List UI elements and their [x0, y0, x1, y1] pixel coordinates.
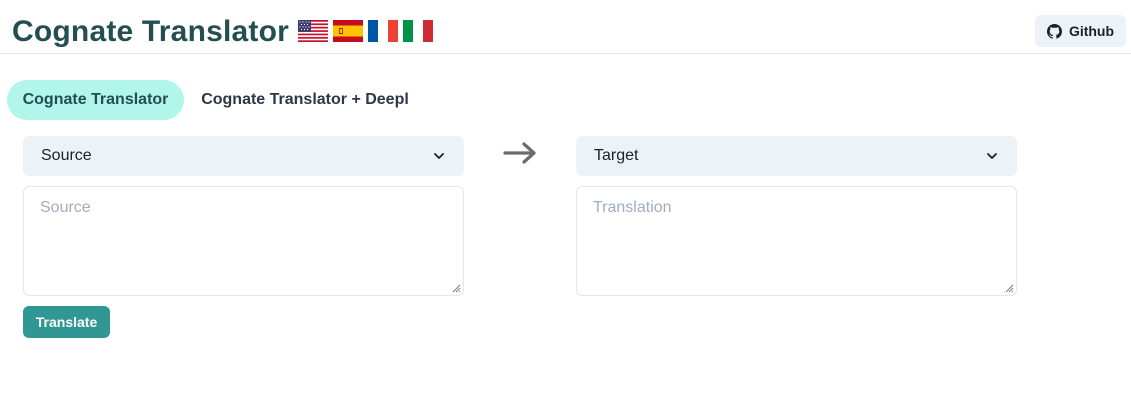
- github-icon: [1046, 23, 1062, 39]
- github-label: Github: [1068, 23, 1115, 39]
- target-select-value: Target: [594, 147, 639, 164]
- spain-flag-icon: [333, 20, 363, 42]
- github-button[interactable]: Github: [1035, 15, 1126, 47]
- translation-placeholder: Translation: [593, 199, 672, 216]
- flag-row: [298, 20, 433, 42]
- us-flag-icon: [298, 20, 328, 42]
- target-language-select[interactable]: Target: [576, 136, 1017, 176]
- resize-handle-icon[interactable]: [1003, 282, 1014, 293]
- tab-cognate-translator[interactable]: Cognate Translator: [7, 80, 184, 120]
- tab-cognate-translator-deepl[interactable]: Cognate Translator + Deepl: [186, 80, 424, 120]
- translate-button[interactable]: Translate: [23, 306, 110, 338]
- source-language-select[interactable]: Source: [23, 136, 464, 176]
- italy-flag-icon: [403, 20, 433, 42]
- app-title: Cognate Translator: [12, 15, 289, 48]
- header-bar: Cognate Translator Github: [0, 0, 1131, 54]
- translation-textarea[interactable]: Translation: [576, 186, 1017, 296]
- resize-handle-icon[interactable]: [450, 282, 461, 293]
- chevron-down-icon: [434, 153, 444, 159]
- source-textarea[interactable]: Source: [23, 186, 464, 296]
- france-flag-icon: [368, 20, 398, 42]
- chevron-down-icon: [987, 153, 997, 159]
- source-select-value: Source: [41, 147, 92, 164]
- arrow-right-icon: [503, 142, 536, 164]
- source-placeholder: Source: [40, 199, 91, 216]
